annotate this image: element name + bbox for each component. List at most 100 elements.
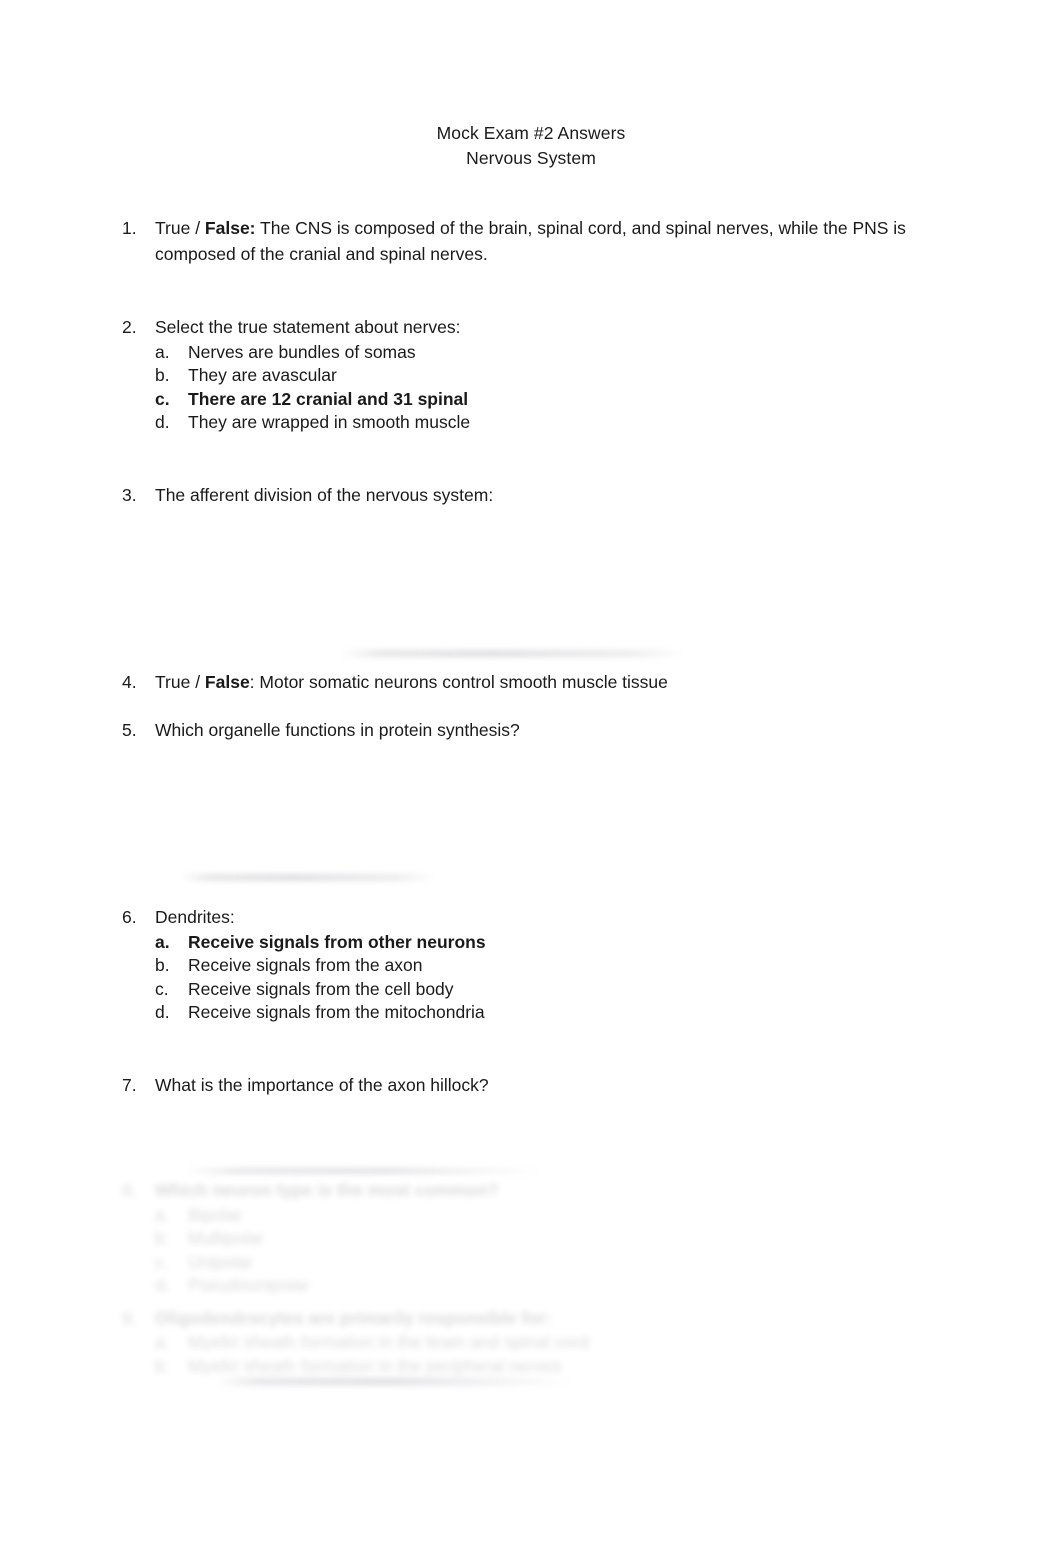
faded-question-8-text: Which neuron type is the most common? [155,1180,499,1200]
question-5-heading: 5. Which organelle functions in protein … [122,718,942,744]
option-2d-letter: d. [155,412,170,432]
question-5-answer-space [155,743,942,905]
question-1-answer: False: [204,218,256,238]
question-7-heading: 7. What is the importance of the axon hi… [122,1073,942,1099]
faded-option-8b-letter: b. [155,1228,170,1248]
option-6b: b. Receive signals from the axon [155,954,942,978]
question-3-text: The afferent division of the nervous sys… [155,484,494,505]
question-4-number: 4. [122,672,137,692]
faded-question-8-number: 8. [122,1180,137,1200]
option-2b-text: They are avascular [188,365,337,385]
question-3-heading: 3. The afferent division of the nervous … [122,483,942,509]
question-7-number: 7. [122,1074,137,1095]
question-5-text: Which organelle functions in protein syn… [155,719,520,740]
faded-option-8a-text: Bipolar [188,1204,243,1225]
option-2b-letter: b. [155,365,170,385]
question-6-options: a. Receive signals from other neurons b.… [155,931,942,1025]
question-2-number: 2. [122,317,137,337]
option-6a: a. Receive signals from other neurons [155,931,942,955]
question-item-5: 5. Which organelle functions in protein … [0,718,1062,906]
question-item-1: 1. True / False: The CNS is composed of … [0,216,1062,267]
faded-question-8-heading: 8. Which neuron type is the most common? [122,1178,1002,1204]
option-2a-letter: a. [155,341,170,362]
question-1-text: The CNS is composed of the brain, spinal… [155,218,906,264]
question-7-text: What is the importance of the axon hillo… [155,1074,489,1095]
faded-option-9a-text: Myelin sheath formation in the brain and… [188,1332,589,1352]
faded-option-8b-text: Multipolar [188,1228,264,1248]
faded-option-9b: b. Myelin sheath formation in the periph… [155,1355,1002,1379]
question-item-2: 2. Select the true statement about nerve… [0,315,1062,435]
option-2c-text: There are 12 cranial and 31 spinal [188,388,469,409]
question-item-7: 7. What is the importance of the axon hi… [0,1073,1062,1099]
question-item-6: 6. Dendrites: a. Receive signals from ot… [0,905,1062,1025]
title-line-exam: Mock Exam #2 Answers [436,123,626,143]
option-2a-text: Nerves are bundles of somas [188,341,416,362]
document-title: Mock Exam #2 Answers Nervous System [0,121,1062,171]
faded-option-8d: d. Pseudounipolar [155,1274,1002,1298]
option-2a: a. Nerves are bundles of somas [155,341,942,365]
title-line-subject: Nervous System [466,148,596,168]
faded-question-8-options: a. Bipolar b. Multipolar c. Unipolar d. … [155,1204,1002,1298]
redaction-smudge [180,874,435,881]
faded-question-9-number: 9. [122,1307,137,1328]
faded-option-8c-letter: c. [155,1251,169,1272]
question-6-text: Dendrites: [155,907,235,927]
faded-question-9-options: a. Myelin sheath formation in the brain … [155,1331,1002,1378]
question-6-number: 6. [122,907,137,927]
redaction-smudge [185,1168,540,1174]
question-1-number: 1. [122,218,137,238]
faded-option-8c-text: Unipolar [188,1251,254,1272]
question-item-3: 3. The afferent division of the nervous … [0,483,1062,671]
question-4-text: : Motor somatic neurons control smooth m… [249,672,668,692]
question-4-prefix: True / [155,672,205,692]
option-6d: d. Receive signals from the mitochondria [155,1001,942,1025]
question-item-4: 4. True / False: Motor somatic neurons c… [0,670,1062,696]
faded-question-9-text: Oligodendrocytes are primarily responsib… [155,1307,551,1328]
option-6d-text: Receive signals from the mitochondria [188,1002,485,1022]
option-2d: d. They are wrapped in smooth muscle [155,411,942,435]
question-list: 1. True / False: The CNS is composed of … [0,216,1062,1098]
faded-option-8a-letter: a. [155,1204,170,1225]
option-2c: c. There are 12 cranial and 31 spinal [155,388,942,412]
redaction-smudge [340,650,685,657]
faded-option-8c: c. Unipolar [155,1251,1002,1275]
question-5-number: 5. [122,719,137,740]
option-2c-letter: c. [155,388,170,409]
faded-option-9b-text: Myelin sheath formation in the periphera… [188,1355,562,1376]
question-2-text: Select the true statement about nerves: [155,317,461,337]
question-2-options: a. Nerves are bundles of somas b. They a… [155,341,942,435]
option-6b-letter: b. [155,955,170,975]
question-1-heading: 1. True / False: The CNS is composed of … [122,216,942,267]
option-6c-text: Receive signals from the cell body [188,978,454,999]
question-1-prefix: True / [155,218,205,238]
question-4-answer: False [204,672,250,692]
faded-option-8d-text: Pseudounipolar [188,1275,310,1295]
question-3-answer-space [155,508,942,670]
option-2b: b. They are avascular [155,364,942,388]
question-3-number: 3. [122,484,137,505]
option-6c-letter: c. [155,978,169,999]
faded-question-item-9: 9. Oligodendrocytes are primarily respon… [0,1306,1062,1379]
option-6b-text: Receive signals from the axon [188,955,423,975]
faded-option-8b: b. Multipolar [155,1227,1002,1251]
question-6-heading: 6. Dendrites: [122,905,942,931]
question-4-heading: 4. True / False: Motor somatic neurons c… [122,670,942,696]
faded-question-item-8: 8. Which neuron type is the most common?… [0,1178,1062,1298]
faded-option-9a: a. Myelin sheath formation in the brain … [155,1331,1002,1355]
faded-option-8d-letter: d. [155,1275,170,1295]
question-2-heading: 2. Select the true statement about nerve… [122,315,942,341]
faded-option-9b-letter: b. [155,1355,170,1376]
option-6d-letter: d. [155,1002,170,1022]
option-6a-text: Receive signals from other neurons [188,931,486,952]
faded-question-9-heading: 9. Oligodendrocytes are primarily respon… [122,1306,1002,1332]
document-page: Mock Exam #2 Answers Nervous System 1. T… [0,0,1062,1556]
option-6a-letter: a. [155,931,170,952]
option-6c: c. Receive signals from the cell body [155,978,942,1002]
redaction-smudge [215,1378,575,1385]
faded-option-8a: a. Bipolar [155,1204,1002,1228]
